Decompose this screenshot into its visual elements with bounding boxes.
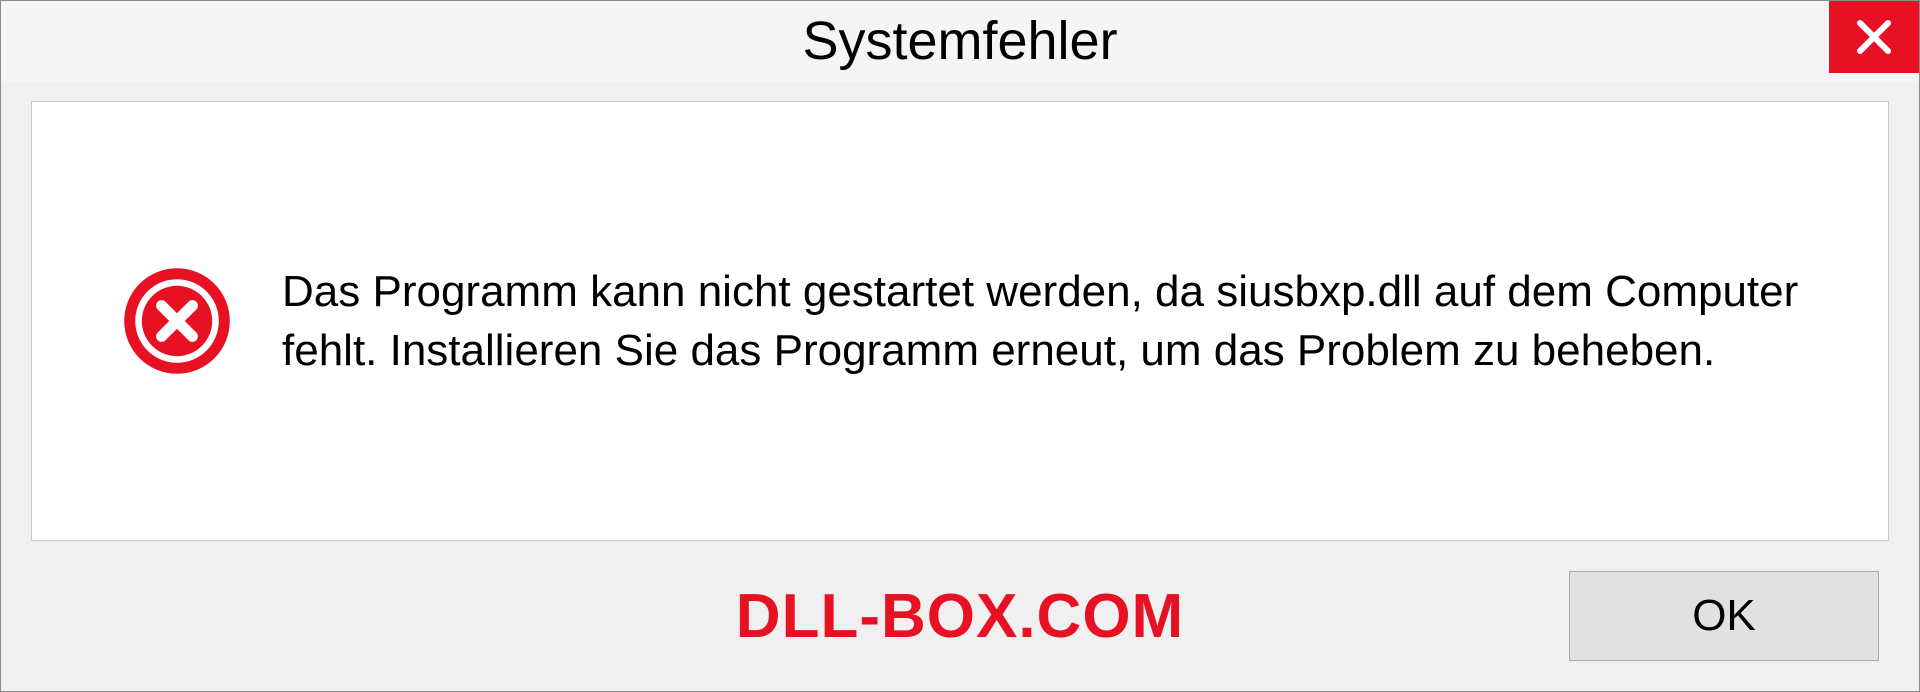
titlebar: Systemfehler: [1, 1, 1919, 81]
error-message: Das Programm kann nicht gestartet werden…: [282, 262, 1828, 381]
error-dialog: Systemfehler Das Programm kann nicht ges…: [0, 0, 1920, 692]
dialog-title: Systemfehler: [802, 10, 1117, 72]
watermark-text: DLL-BOX.COM: [736, 581, 1184, 652]
ok-button-label: OK: [1692, 591, 1756, 641]
ok-button[interactable]: OK: [1569, 571, 1879, 661]
close-button[interactable]: [1829, 1, 1919, 73]
error-icon: [122, 266, 232, 376]
dialog-footer: DLL-BOX.COM OK: [1, 561, 1919, 691]
close-icon: [1854, 17, 1894, 57]
content-area: Das Programm kann nicht gestartet werden…: [31, 101, 1889, 541]
